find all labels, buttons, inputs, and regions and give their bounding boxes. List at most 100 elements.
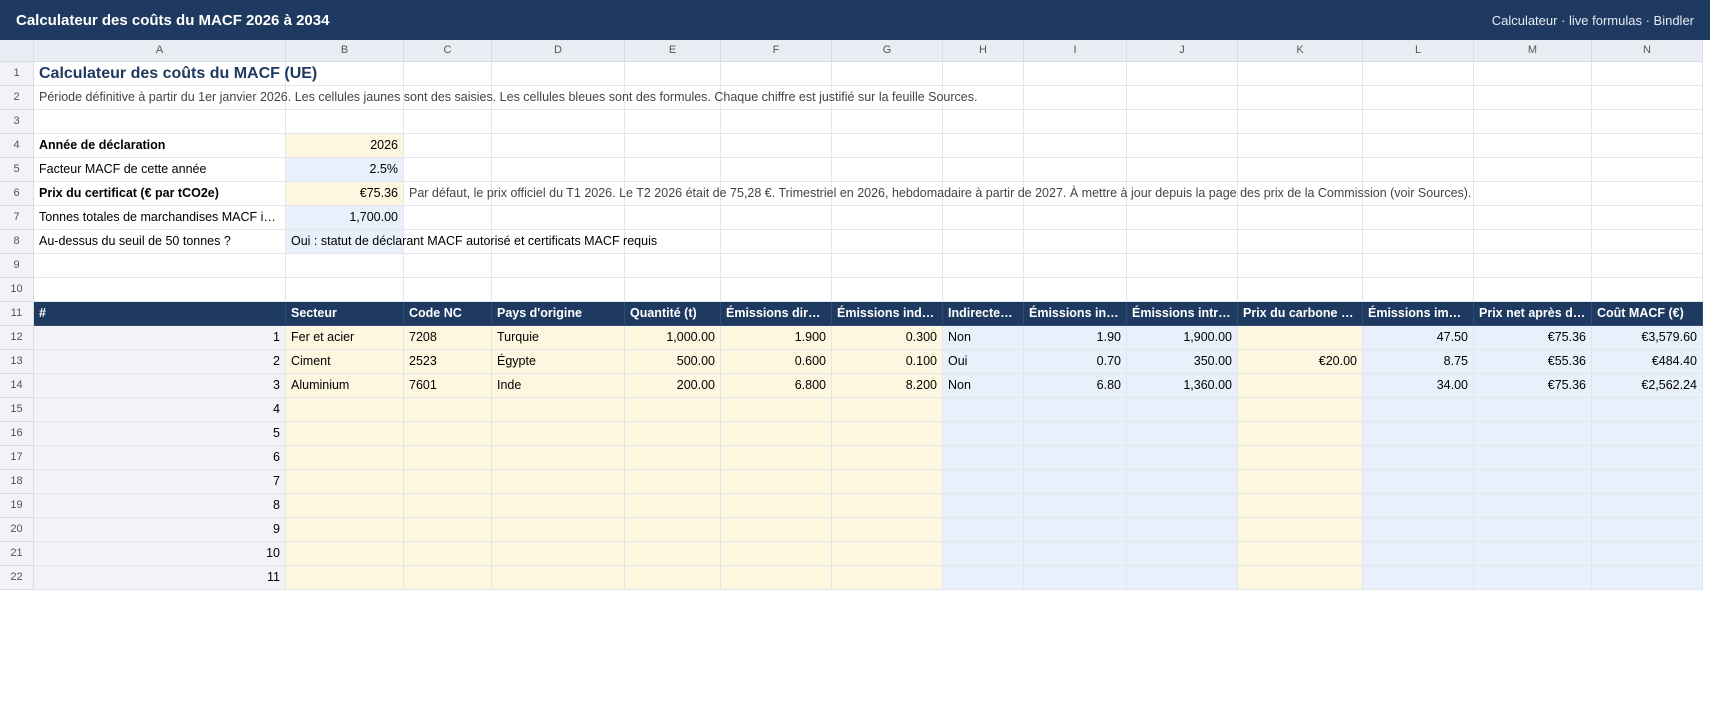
table-cell[interactable]	[1363, 494, 1474, 518]
row-number[interactable]: 9	[0, 254, 34, 278]
row-number[interactable]: 7	[0, 206, 34, 230]
input-label[interactable]: Au-dessus du seuil de 50 tonnes ?	[34, 230, 286, 254]
cell[interactable]	[492, 254, 625, 278]
table-cell[interactable]	[943, 422, 1024, 446]
select-all-corner[interactable]	[0, 40, 34, 62]
table-cell[interactable]	[943, 470, 1024, 494]
cell[interactable]	[1127, 158, 1238, 182]
table-header[interactable]: Indirectes incluses ?	[943, 302, 1024, 326]
input-label[interactable]: Tonnes totales de marchandises MACF impo…	[34, 206, 286, 230]
cell[interactable]	[1127, 86, 1238, 110]
table-cell[interactable]	[721, 518, 832, 542]
cell[interactable]	[625, 62, 721, 86]
cell[interactable]	[404, 278, 492, 302]
row-number[interactable]: 16	[0, 422, 34, 446]
input-label[interactable]: Prix du certificat (€ par tCO2e)	[34, 182, 286, 206]
table-cell[interactable]	[492, 422, 625, 446]
table-cell[interactable]: 47.50	[1363, 326, 1474, 350]
cell[interactable]	[1238, 86, 1363, 110]
table-cell[interactable]	[1127, 470, 1238, 494]
table-cell[interactable]	[1592, 470, 1703, 494]
cell[interactable]	[943, 230, 1024, 254]
row-number[interactable]: 20	[0, 518, 34, 542]
table-cell[interactable]	[1592, 566, 1703, 590]
table-cell[interactable]	[286, 518, 404, 542]
row-number[interactable]: 8	[0, 230, 34, 254]
column-header-f[interactable]: F	[721, 40, 832, 62]
table-cell[interactable]: Turquie	[492, 326, 625, 350]
table-header[interactable]: Émissions intrinsèques totales (tCO2e)	[1127, 302, 1238, 326]
cell[interactable]	[943, 158, 1024, 182]
row-number[interactable]: 2	[0, 86, 34, 110]
table-cell[interactable]	[1127, 422, 1238, 446]
table-cell[interactable]: 0.70	[1024, 350, 1127, 374]
table-cell[interactable]	[1238, 398, 1363, 422]
column-header-a[interactable]: A	[34, 40, 286, 62]
table-cell[interactable]	[943, 446, 1024, 470]
table-cell[interactable]: €75.36	[1474, 326, 1592, 350]
cell[interactable]	[721, 254, 832, 278]
table-header[interactable]: Secteur	[286, 302, 404, 326]
input-value[interactable]: 2.5%	[286, 158, 404, 182]
table-cell[interactable]	[625, 566, 721, 590]
cell[interactable]	[1592, 278, 1703, 302]
table-cell[interactable]	[404, 446, 492, 470]
table-cell[interactable]: 8.200	[832, 374, 943, 398]
table-cell[interactable]	[1474, 566, 1592, 590]
table-cell[interactable]	[404, 470, 492, 494]
cell[interactable]	[1474, 278, 1592, 302]
cell[interactable]	[625, 134, 721, 158]
table-cell[interactable]	[1474, 422, 1592, 446]
table-cell[interactable]	[492, 494, 625, 518]
row-number[interactable]: 22	[0, 566, 34, 590]
input-value[interactable]: €75.36	[286, 182, 404, 206]
cell[interactable]	[1474, 158, 1592, 182]
table-cell[interactable]	[1127, 494, 1238, 518]
table-cell[interactable]: 1.900	[721, 326, 832, 350]
table-header[interactable]: Prix du carbone payé (€/tCO2e)	[1238, 302, 1363, 326]
column-header-c[interactable]: C	[404, 40, 492, 62]
table-cell[interactable]	[832, 566, 943, 590]
table-cell[interactable]	[721, 398, 832, 422]
table-cell[interactable]: 6.800	[721, 374, 832, 398]
input-value[interactable]: 2026	[286, 134, 404, 158]
table-cell[interactable]	[1238, 470, 1363, 494]
table-cell[interactable]	[1474, 518, 1592, 542]
cell[interactable]	[943, 134, 1024, 158]
table-cell[interactable]: 6.80	[1024, 374, 1127, 398]
cell[interactable]	[721, 110, 832, 134]
table-header[interactable]: Émissions directes (tCO2e/t)	[721, 302, 832, 326]
table-cell[interactable]: Fer et acier	[286, 326, 404, 350]
cell[interactable]	[832, 158, 943, 182]
cell[interactable]	[721, 158, 832, 182]
table-cell[interactable]: 34.00	[1363, 374, 1474, 398]
table-header[interactable]: #	[34, 302, 286, 326]
table-cell[interactable]	[832, 518, 943, 542]
table-cell[interactable]	[492, 566, 625, 590]
table-cell[interactable]	[1474, 494, 1592, 518]
row-number[interactable]: 4	[0, 134, 34, 158]
table-cell[interactable]: 0.600	[721, 350, 832, 374]
cell[interactable]	[1363, 158, 1474, 182]
table-cell[interactable]: 350.00	[1127, 350, 1238, 374]
table-cell[interactable]	[1238, 326, 1363, 350]
cell[interactable]	[1238, 134, 1363, 158]
cell[interactable]	[286, 278, 404, 302]
table-cell[interactable]: 1,900.00	[1127, 326, 1238, 350]
cell[interactable]	[1474, 62, 1592, 86]
cell[interactable]	[492, 62, 625, 86]
cell[interactable]	[1024, 278, 1127, 302]
table-cell[interactable]: 500.00	[625, 350, 721, 374]
input-label[interactable]: Année de déclaration	[34, 134, 286, 158]
cell[interactable]	[492, 206, 625, 230]
table-cell[interactable]	[625, 422, 721, 446]
table-cell[interactable]	[832, 446, 943, 470]
table-cell[interactable]	[832, 542, 943, 566]
table-cell[interactable]: 1	[34, 326, 286, 350]
table-cell[interactable]	[1592, 422, 1703, 446]
table-cell[interactable]	[286, 566, 404, 590]
row-number[interactable]: 12	[0, 326, 34, 350]
cell[interactable]	[1363, 230, 1474, 254]
table-cell[interactable]	[492, 542, 625, 566]
table-cell[interactable]	[1238, 542, 1363, 566]
